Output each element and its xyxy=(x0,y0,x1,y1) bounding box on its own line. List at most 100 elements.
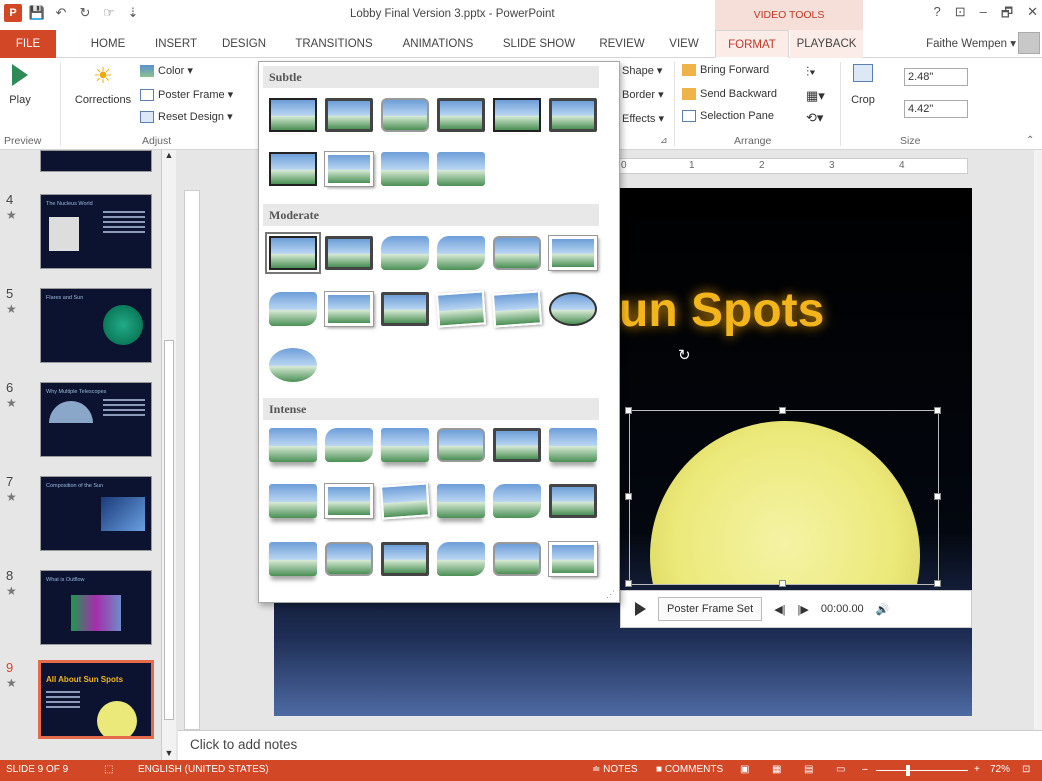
video-style-option[interactable] xyxy=(325,542,373,576)
video-style-option[interactable] xyxy=(549,98,597,132)
video-style-option[interactable] xyxy=(435,290,487,328)
video-style-option[interactable] xyxy=(381,542,429,576)
video-style-option[interactable] xyxy=(437,542,485,576)
reset-design-button[interactable]: Reset Design ▾ xyxy=(140,110,233,123)
slide-sorter-icon[interactable]: ▦ xyxy=(772,764,781,775)
video-style-option[interactable] xyxy=(437,484,485,518)
video-style-option[interactable] xyxy=(493,98,541,132)
video-style-option[interactable] xyxy=(549,542,597,576)
tab-transitions[interactable]: TRANSITIONS xyxy=(286,30,382,58)
tab-file[interactable]: FILE xyxy=(0,30,56,58)
ribbon-display-icon[interactable]: ⊡ xyxy=(955,4,966,26)
slide-thumbnail[interactable]: Why Multiple Telescopes xyxy=(40,382,152,457)
zoom-slider-thumb[interactable] xyxy=(906,765,910,776)
resize-handle[interactable] xyxy=(779,580,786,587)
video-style-option[interactable] xyxy=(325,98,373,132)
height-field[interactable]: 2.48" xyxy=(904,68,968,86)
video-style-option[interactable] xyxy=(493,542,541,576)
notes-placeholder[interactable]: Click to add notes xyxy=(190,737,297,752)
tab-view[interactable]: VIEW xyxy=(660,30,708,58)
video-style-option[interactable] xyxy=(437,428,485,462)
redo-icon[interactable]: ↻ xyxy=(76,4,94,22)
video-style-option[interactable] xyxy=(325,428,373,462)
tab-slide-show[interactable]: SLIDE SHOW xyxy=(494,30,584,58)
tab-animations[interactable]: ANIMATIONS xyxy=(390,30,486,58)
step-back-icon[interactable]: ◀| xyxy=(774,603,785,616)
video-style-option[interactable] xyxy=(549,484,597,518)
rotate-handle-icon[interactable]: ↻ xyxy=(678,346,691,364)
align-icon[interactable]: ⫶▾ xyxy=(806,64,816,80)
slide-thumbnail-partial[interactable] xyxy=(40,150,152,172)
volume-icon[interactable]: 🔊 xyxy=(876,603,890,616)
video-style-option[interactable] xyxy=(491,290,543,328)
scroll-thumb[interactable] xyxy=(164,340,174,720)
zoom-out-icon[interactable]: – xyxy=(862,764,868,775)
video-style-option[interactable] xyxy=(549,292,597,326)
slide-thumbnail[interactable]: Flares and Sun xyxy=(40,288,152,363)
video-style-option[interactable] xyxy=(493,428,541,462)
styles-dialog-launcher-icon[interactable]: ⊿ xyxy=(660,135,668,146)
user-account[interactable]: Faithe Wempen ▾ xyxy=(926,30,1016,58)
video-effects-button[interactable]: Effects ▾ xyxy=(622,112,664,125)
comments-toggle[interactable]: ■ COMMENTS xyxy=(656,764,723,775)
video-style-option-selected[interactable] xyxy=(265,232,321,274)
resize-handle[interactable] xyxy=(934,580,941,587)
save-icon[interactable]: 💾 xyxy=(28,4,46,22)
help-icon[interactable]: ? xyxy=(934,4,941,26)
video-style-option[interactable] xyxy=(437,98,485,132)
color-button[interactable]: Color ▾ xyxy=(140,64,193,77)
undo-icon[interactable]: ↶ xyxy=(52,4,70,22)
play-button[interactable]: Play xyxy=(4,64,36,106)
video-play-icon[interactable] xyxy=(635,602,646,616)
video-style-option[interactable] xyxy=(269,542,317,576)
scroll-down-icon[interactable]: ▼ xyxy=(162,748,176,758)
resize-handle[interactable] xyxy=(625,407,632,414)
collapse-ribbon-icon[interactable]: ⌃ xyxy=(1026,135,1034,146)
fit-slide-icon[interactable]: ⊡ xyxy=(1022,764,1030,775)
slide-thumbnail-selected[interactable]: All About Sun Spots xyxy=(38,660,154,739)
tab-home[interactable]: HOME xyxy=(80,30,136,58)
video-style-option[interactable] xyxy=(381,98,429,132)
reading-view-icon[interactable]: ▤ xyxy=(804,764,813,775)
resize-handle[interactable] xyxy=(779,407,786,414)
editor-scrollbar[interactable] xyxy=(1034,150,1042,730)
scroll-up-icon[interactable]: ▲ xyxy=(162,150,176,160)
proofing-icon[interactable]: ⬚ xyxy=(104,764,113,775)
crop-button[interactable]: Crop xyxy=(846,64,880,106)
video-style-option[interactable] xyxy=(325,236,373,270)
resize-handle[interactable] xyxy=(625,493,632,500)
rotate-icon[interactable]: ⟲▾ xyxy=(806,110,823,126)
slide-title-text[interactable]: un Spots xyxy=(619,283,824,338)
video-style-option[interactable] xyxy=(325,484,373,518)
selection-pane-button[interactable]: Selection Pane xyxy=(682,110,774,122)
normal-view-icon[interactable]: ▣ xyxy=(740,764,749,775)
corrections-button[interactable]: ☀ Corrections xyxy=(72,64,134,107)
tab-design[interactable]: DESIGN xyxy=(214,30,274,58)
video-style-option[interactable] xyxy=(549,236,597,270)
video-style-option[interactable] xyxy=(379,482,431,520)
close-icon[interactable]: ✕ xyxy=(1027,4,1038,26)
slide-show-icon[interactable]: ▭ xyxy=(836,764,845,775)
gallery-resize-grip-icon[interactable]: ⋰ xyxy=(606,589,615,600)
video-style-option[interactable] xyxy=(269,292,317,326)
minimize-icon[interactable]: – xyxy=(980,4,987,26)
customize-qat-icon[interactable]: ⇣ xyxy=(124,4,142,22)
video-style-option[interactable] xyxy=(269,152,317,186)
video-style-option[interactable] xyxy=(269,98,317,132)
video-style-option[interactable] xyxy=(325,292,373,326)
video-style-option[interactable] xyxy=(269,428,317,462)
slide-thumbnail[interactable]: The Nucleus World xyxy=(40,194,152,269)
resize-handle[interactable] xyxy=(934,407,941,414)
zoom-slider[interactable] xyxy=(876,770,968,771)
resize-handle[interactable] xyxy=(625,580,632,587)
video-style-option[interactable] xyxy=(493,484,541,518)
restore-icon[interactable]: 🗗 xyxy=(1001,4,1013,26)
video-style-option[interactable] xyxy=(381,236,429,270)
bring-forward-button[interactable]: Bring Forward xyxy=(682,64,769,76)
poster-frame-button[interactable]: Poster Frame ▾ xyxy=(140,88,233,101)
video-style-option[interactable] xyxy=(269,484,317,518)
video-style-option[interactable] xyxy=(493,236,541,270)
zoom-level[interactable]: 72% xyxy=(990,764,1010,775)
tab-review[interactable]: REVIEW xyxy=(592,30,652,58)
video-border-button[interactable]: Border ▾ xyxy=(622,88,664,101)
